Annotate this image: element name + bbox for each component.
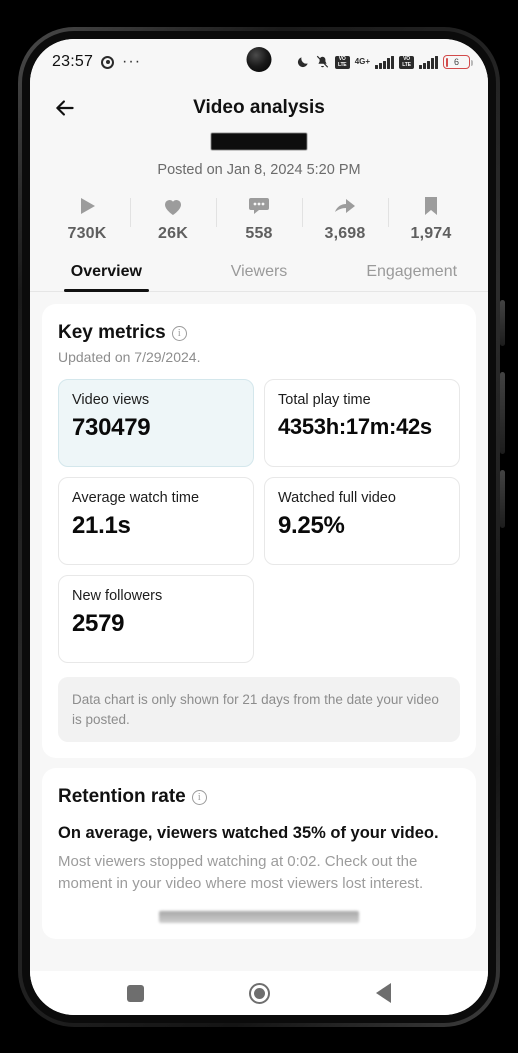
data-chart-notice: Data chart is only shown for 21 days fro… bbox=[58, 677, 460, 743]
status-bar-left: 23:57 ··· bbox=[52, 53, 141, 71]
metric-card-video-views[interactable]: Video views 730479 bbox=[58, 379, 254, 467]
bookmark-icon bbox=[419, 194, 443, 218]
metric-value: 4353h:17m:42s bbox=[278, 414, 432, 439]
target-icon bbox=[101, 55, 115, 69]
stat-shares[interactable]: 3,698 bbox=[302, 194, 388, 243]
battery-level-fill bbox=[445, 57, 448, 67]
phone-screen: 23:57 ··· VO LTE 4G+ VO LTE 6 Video anal… bbox=[30, 39, 488, 1015]
volte-2-icon: VO LTE bbox=[399, 55, 415, 69]
stat-likes-value: 26K bbox=[158, 225, 188, 242]
key-metrics-grid: Video views 730479 Total play time 4353h… bbox=[58, 379, 460, 663]
metric-label: Video views bbox=[72, 392, 150, 408]
key-metrics-updated: Updated on 7/29/2024. bbox=[58, 349, 201, 365]
metric-label: New followers bbox=[72, 588, 163, 604]
tab-engagement[interactable]: Engagement bbox=[335, 255, 488, 291]
play-icon bbox=[75, 194, 99, 218]
retention-rate-card: Retention rate i On average, viewers wat… bbox=[42, 768, 476, 939]
heart-icon bbox=[161, 194, 185, 218]
key-metrics-title: Key metrics bbox=[58, 322, 166, 343]
stat-saves-value: 1,974 bbox=[410, 225, 452, 242]
info-icon[interactable]: i bbox=[191, 789, 207, 805]
stat-likes[interactable]: 26K bbox=[130, 194, 216, 243]
phone-side-button-top[interactable] bbox=[500, 300, 505, 346]
status-bar-right: VO LTE 4G+ VO LTE 6 bbox=[296, 55, 473, 69]
tab-overview-label: Overview bbox=[70, 263, 142, 280]
app-header: Video analysis bbox=[30, 85, 488, 131]
volte-icon: VO LTE bbox=[334, 55, 350, 69]
metric-card-watched-full-video[interactable]: Watched full video 9.25% bbox=[264, 477, 460, 565]
phone-side-button-bottom[interactable] bbox=[500, 470, 505, 528]
metric-value: 21.1s bbox=[72, 512, 131, 539]
posted-date: Posted on Jan 8, 2024 5:20 PM bbox=[157, 162, 361, 178]
page-title: Video analysis bbox=[193, 97, 325, 118]
front-camera-punch-hole bbox=[246, 47, 272, 72]
comment-icon bbox=[247, 194, 271, 218]
key-metrics-header: Key metrics i bbox=[58, 322, 460, 344]
home-circle-icon[interactable] bbox=[249, 982, 271, 1004]
battery-icon: 6 bbox=[443, 55, 473, 69]
tab-overview[interactable]: Overview bbox=[30, 255, 183, 292]
metric-card-new-followers[interactable]: New followers 2579 bbox=[58, 575, 254, 663]
stat-comments-value: 558 bbox=[245, 225, 273, 242]
tab-engagement-label: Engagement bbox=[366, 263, 458, 280]
metric-card-total-play-time[interactable]: Total play time 4353h:17m:42s bbox=[264, 379, 460, 467]
status-bar-clock: 23:57 bbox=[52, 53, 94, 70]
metric-value: 9.25% bbox=[278, 512, 345, 539]
retention-rate-header: Retention rate i bbox=[58, 786, 460, 808]
tab-viewers[interactable]: Viewers bbox=[183, 255, 336, 291]
metric-label: Total play time bbox=[278, 392, 371, 408]
retention-chart-placeholder bbox=[159, 910, 359, 923]
phone-side-button-middle[interactable] bbox=[500, 372, 505, 454]
stat-plays[interactable]: 730K bbox=[44, 194, 130, 243]
redacted-video-caption bbox=[211, 133, 307, 150]
engagement-stats-row: 730K 26K 558 3,698 1,974 bbox=[30, 194, 488, 243]
stat-comments[interactable]: 558 bbox=[216, 194, 302, 243]
metric-label: Watched full video bbox=[278, 490, 396, 506]
retention-description: Most viewers stopped watching at 0:02. C… bbox=[58, 853, 424, 892]
metric-card-average-watch-time[interactable]: Average watch time 21.1s bbox=[58, 477, 254, 565]
screenshot-root: 23:57 ··· VO LTE 4G+ VO LTE 6 Video anal… bbox=[0, 0, 518, 1053]
overview-scroll-area[interactable]: Key metrics i Updated on 7/29/2024. Vide… bbox=[30, 292, 488, 939]
system-navigation-bar bbox=[30, 971, 488, 1015]
tab-viewers-label: Viewers bbox=[230, 263, 288, 280]
moon-icon bbox=[296, 55, 310, 69]
signal-bars-icon bbox=[375, 55, 395, 69]
share-icon bbox=[333, 194, 357, 218]
metric-value: 730479 bbox=[72, 414, 151, 441]
stat-saves[interactable]: 1,974 bbox=[388, 194, 474, 243]
retention-rate-title: Retention rate bbox=[58, 786, 186, 808]
retention-headline: On average, viewers watched 35% of your … bbox=[58, 824, 439, 843]
network-label: 4G+ bbox=[354, 57, 371, 66]
more-dots-icon: ··· bbox=[122, 53, 142, 70]
recents-square-icon[interactable] bbox=[126, 984, 144, 1002]
info-icon[interactable]: i bbox=[171, 325, 187, 341]
status-bar: 23:57 ··· VO LTE 4G+ VO LTE 6 bbox=[30, 39, 488, 85]
network-4g-plus-icon: 4G+ bbox=[355, 58, 370, 66]
signal-bars-2-icon bbox=[419, 55, 438, 69]
key-metrics-card: Key metrics i Updated on 7/29/2024. Vide… bbox=[42, 304, 476, 759]
stat-plays-value: 730K bbox=[67, 225, 107, 242]
metric-value: 2579 bbox=[72, 610, 125, 637]
battery-level-text: 6 bbox=[453, 57, 459, 67]
app-content: Video analysis Posted on Jan 8, 2024 5:2… bbox=[30, 85, 488, 971]
stat-shares-value: 3,698 bbox=[324, 225, 366, 242]
analysis-tabs: Overview Viewers Engagement bbox=[30, 255, 488, 292]
mute-icon bbox=[315, 55, 330, 69]
metric-label: Average watch time bbox=[72, 490, 200, 506]
back-triangle-icon[interactable] bbox=[376, 983, 392, 1003]
